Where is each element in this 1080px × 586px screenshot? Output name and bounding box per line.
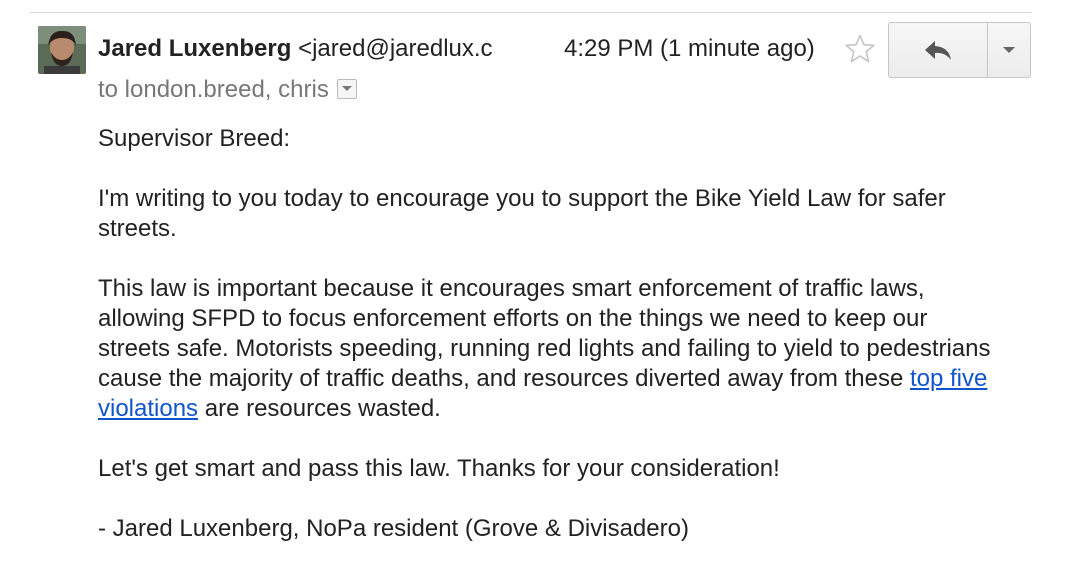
- signature: - Jared Luxenberg, NoPa resident (Grove …: [98, 515, 689, 542]
- sender-line: Jared Luxenberg <jared@jaredlux.c: [98, 31, 494, 71]
- body-paragraph-2: This law is important because it encoura…: [98, 274, 998, 424]
- sender-avatar[interactable]: [38, 26, 86, 74]
- reply-arrow-icon: [925, 41, 951, 60]
- greeting: Supervisor Breed:: [98, 125, 291, 152]
- paragraph-2-text-start: This law is important because it encoura…: [98, 275, 991, 392]
- reply-button[interactable]: [889, 23, 988, 77]
- message-timestamp: 4:29 PM (1 minute ago): [564, 35, 815, 62]
- recipients-line: to london.breed, chris: [98, 74, 357, 106]
- paragraph-2-text-end: are resources wasted.: [198, 395, 441, 422]
- star-icon[interactable]: [843, 32, 877, 66]
- sender-email[interactable]: <jared@jaredlux.c: [298, 31, 494, 67]
- reply-button-group: [888, 22, 1031, 78]
- chevron-down-icon: [1003, 47, 1015, 53]
- message-body: Supervisor Breed: I'm writing to you tod…: [98, 124, 998, 574]
- top-divider: [30, 12, 1032, 13]
- body-paragraph-3: Let's get smart and pass this law. Thank…: [98, 455, 780, 482]
- body-paragraph-1: I'm writing to you today to encourage yo…: [98, 185, 946, 242]
- show-details-button[interactable]: [336, 78, 357, 99]
- more-options-button[interactable]: [988, 23, 1030, 77]
- caret-down-icon: [341, 85, 352, 91]
- sender-name[interactable]: Jared Luxenberg: [98, 35, 291, 62]
- recipients-text: to london.breed, chris: [98, 76, 329, 103]
